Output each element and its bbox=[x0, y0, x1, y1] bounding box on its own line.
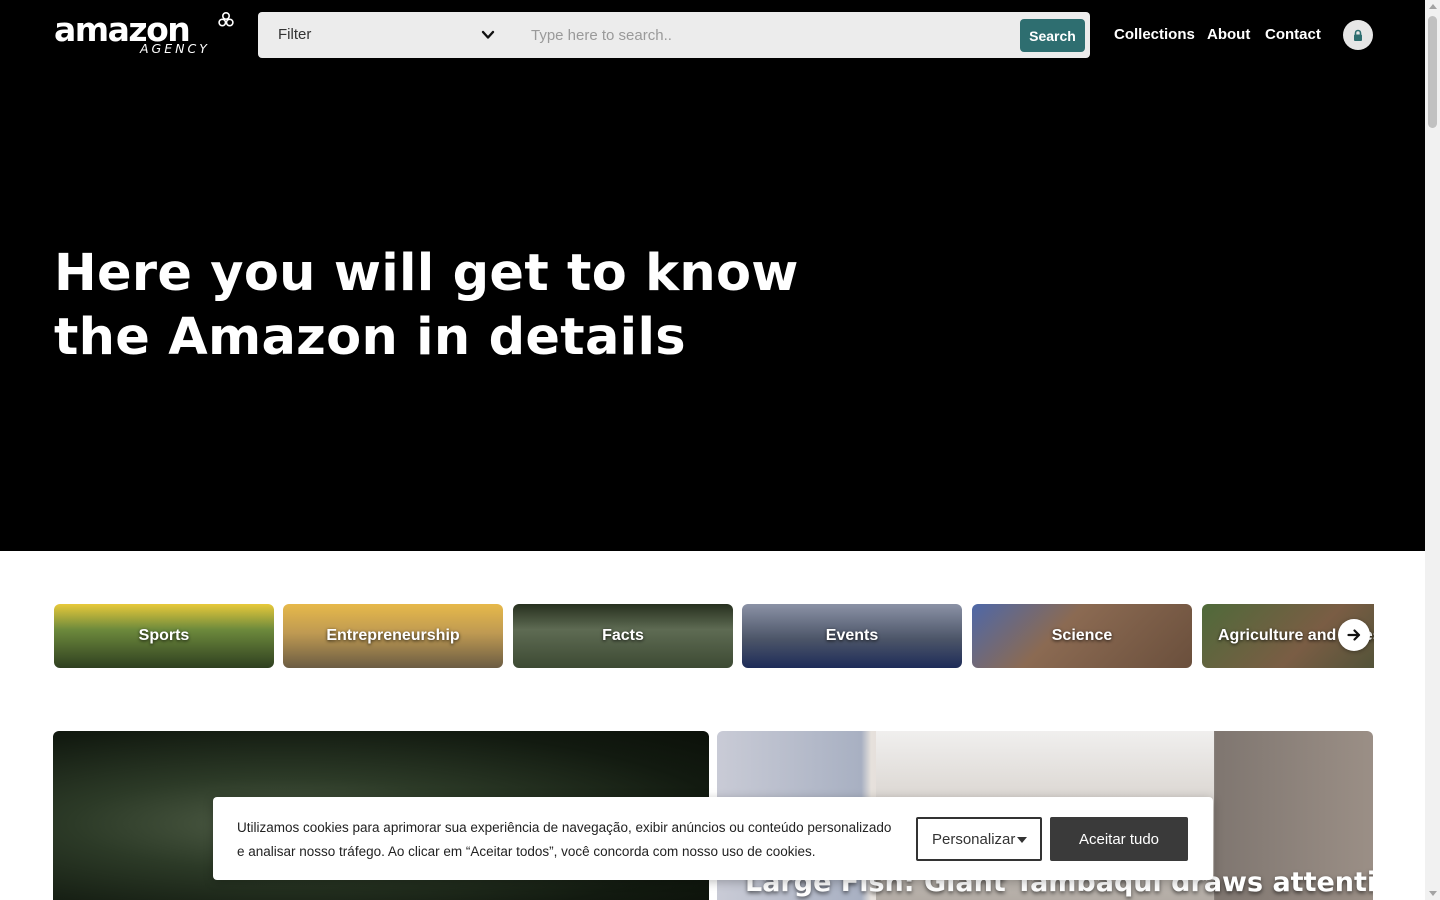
logo-subtitle: AGENCY bbox=[140, 41, 210, 56]
page-scrollbar[interactable] bbox=[1425, 0, 1440, 900]
nav-link-collections[interactable]: Collections bbox=[1114, 26, 1195, 43]
customize-label: Personalizar bbox=[932, 830, 1016, 848]
logo-leaf-icon bbox=[218, 12, 234, 27]
chevron-down-icon bbox=[481, 30, 495, 39]
hero-section: amazon AGENCY Filter Search Collections … bbox=[0, 0, 1425, 551]
cookie-text: Utilizamos cookies para aprimorar sua ex… bbox=[237, 820, 892, 859]
category-carousel: Sports Entrepreneurship Facts Events Sci… bbox=[54, 604, 1374, 668]
category-events[interactable]: Events bbox=[742, 604, 962, 668]
carousel-next-button[interactable] bbox=[1338, 619, 1370, 651]
caret-down-icon bbox=[1017, 837, 1027, 843]
login-button[interactable] bbox=[1343, 20, 1373, 50]
scrollbar-thumb[interactable] bbox=[1428, 16, 1437, 128]
category-label: Events bbox=[825, 627, 879, 644]
search-bar: Filter Search bbox=[258, 12, 1090, 58]
filter-label: Filter bbox=[278, 26, 312, 43]
search-button[interactable]: Search bbox=[1020, 19, 1085, 52]
category-facts[interactable]: Facts bbox=[513, 604, 733, 668]
amazon-agency-logo[interactable]: amazon AGENCY bbox=[54, 10, 236, 60]
arrow-right-icon bbox=[1347, 629, 1361, 641]
category-science[interactable]: Science bbox=[972, 604, 1192, 668]
cookie-banner: Utilizamos cookies para aprimorar sua ex… bbox=[213, 797, 1213, 880]
nav-link-contact[interactable]: Contact bbox=[1265, 26, 1321, 43]
hero-title-line-2: the Amazon in details bbox=[54, 308, 686, 367]
filter-dropdown[interactable]: Filter bbox=[258, 12, 508, 58]
category-label: Entrepreneurship bbox=[326, 627, 460, 644]
lock-icon bbox=[1354, 29, 1362, 41]
nav-link-about[interactable]: About bbox=[1207, 26, 1250, 43]
accept-all-cookies-button[interactable]: Aceitar tudo bbox=[1050, 817, 1188, 861]
customize-cookies-button[interactable]: Personalizar bbox=[916, 817, 1042, 861]
search-input[interactable] bbox=[514, 12, 1014, 58]
category-sports[interactable]: Sports bbox=[54, 604, 274, 668]
category-label: Science bbox=[1051, 627, 1113, 644]
category-label: Facts bbox=[602, 627, 644, 644]
scroll-down-arrow-icon[interactable] bbox=[1429, 891, 1437, 896]
hero-title-line-1: Here you will get to know bbox=[54, 244, 799, 303]
scroll-up-arrow-icon[interactable] bbox=[1429, 4, 1437, 9]
hero-title: Here you will get to know the Amazon in … bbox=[54, 242, 814, 370]
category-entrepreneurship[interactable]: Entrepreneurship bbox=[283, 604, 503, 668]
category-label: Sports bbox=[138, 627, 190, 644]
